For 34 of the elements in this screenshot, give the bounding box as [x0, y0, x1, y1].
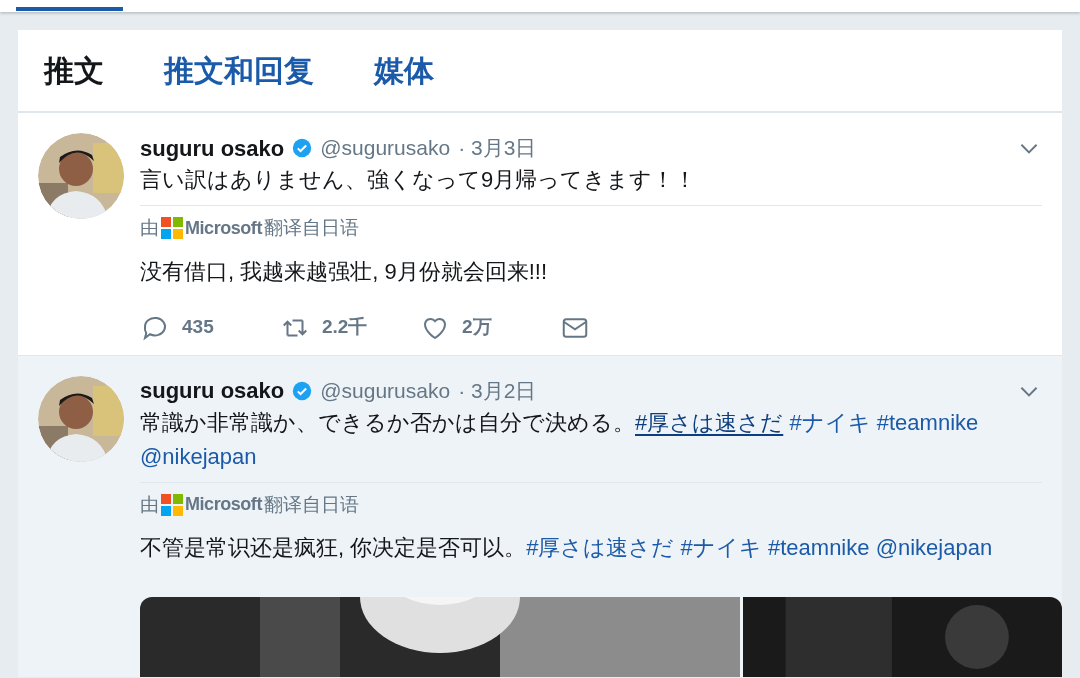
action-count: 435	[182, 315, 214, 340]
display-name[interactable]: suguru osako	[140, 374, 285, 407]
profile-tab[interactable]: 推文	[44, 48, 104, 93]
brand-name: Microsoft	[185, 216, 262, 240]
verified-badge-icon	[292, 380, 313, 401]
profile-tab[interactable]: 媒体	[374, 48, 434, 93]
translated-from-label: 翻译自日语	[263, 492, 359, 517]
hashtag-link[interactable]: #teamnike	[876, 409, 979, 435]
windows-logo-icon	[161, 493, 183, 516]
mention-link[interactable]: @nikejapan	[875, 535, 993, 560]
action-count: 2万	[462, 315, 492, 340]
tweet-date[interactable]: · 3月3日	[458, 132, 537, 164]
tweets.1.translation: 不管是常识还是疯狂, 你决定是否可以。#厚さは速さだ #ナイキ #teamnike @nikejapan	[140, 534, 994, 562]
windows-logo-icon	[161, 217, 183, 240]
tweets.0.text: 言い訳はありません、強くなって9月帰ってきます！！	[140, 166, 698, 194]
mention-link[interactable]: @nikejapan	[140, 443, 257, 469]
tweets.0.translation: 没有借口, 我越来越强壮, 9月份就会回来!!!	[140, 257, 549, 286]
hashtag-link[interactable]: #厚さは速さだ	[526, 535, 675, 560]
user-handle[interactable]: @sugurusako	[320, 132, 451, 164]
translated-by-label: 由	[140, 216, 159, 240]
translated-by-label: 由	[140, 492, 159, 517]
brand-name: Microsoft	[185, 493, 262, 517]
profile-tab[interactable]: 推文和回复	[164, 48, 314, 93]
display-name[interactable]: suguru osako	[140, 131, 285, 165]
hashtag-link[interactable]: #ナイキ	[789, 409, 871, 435]
translated-from-label: 翻译自日语	[263, 216, 359, 240]
tweets.1.text: 常識か非常識か、できるか否かは自分で決める。#厚さは速さだ #ナイキ #teamnike @nikejapan	[140, 408, 980, 471]
tweet-date[interactable]: · 3月2日	[458, 374, 537, 407]
action-count: 2.2千	[322, 315, 368, 340]
hashtag-link[interactable]: #ナイキ	[680, 535, 762, 560]
verified-badge-icon	[292, 138, 313, 158]
hashtag-link[interactable]: #teamnike	[768, 535, 870, 560]
hashtag-link[interactable]: #厚さは速さだ	[635, 409, 784, 435]
user-handle[interactable]: @sugurusako	[320, 374, 451, 407]
